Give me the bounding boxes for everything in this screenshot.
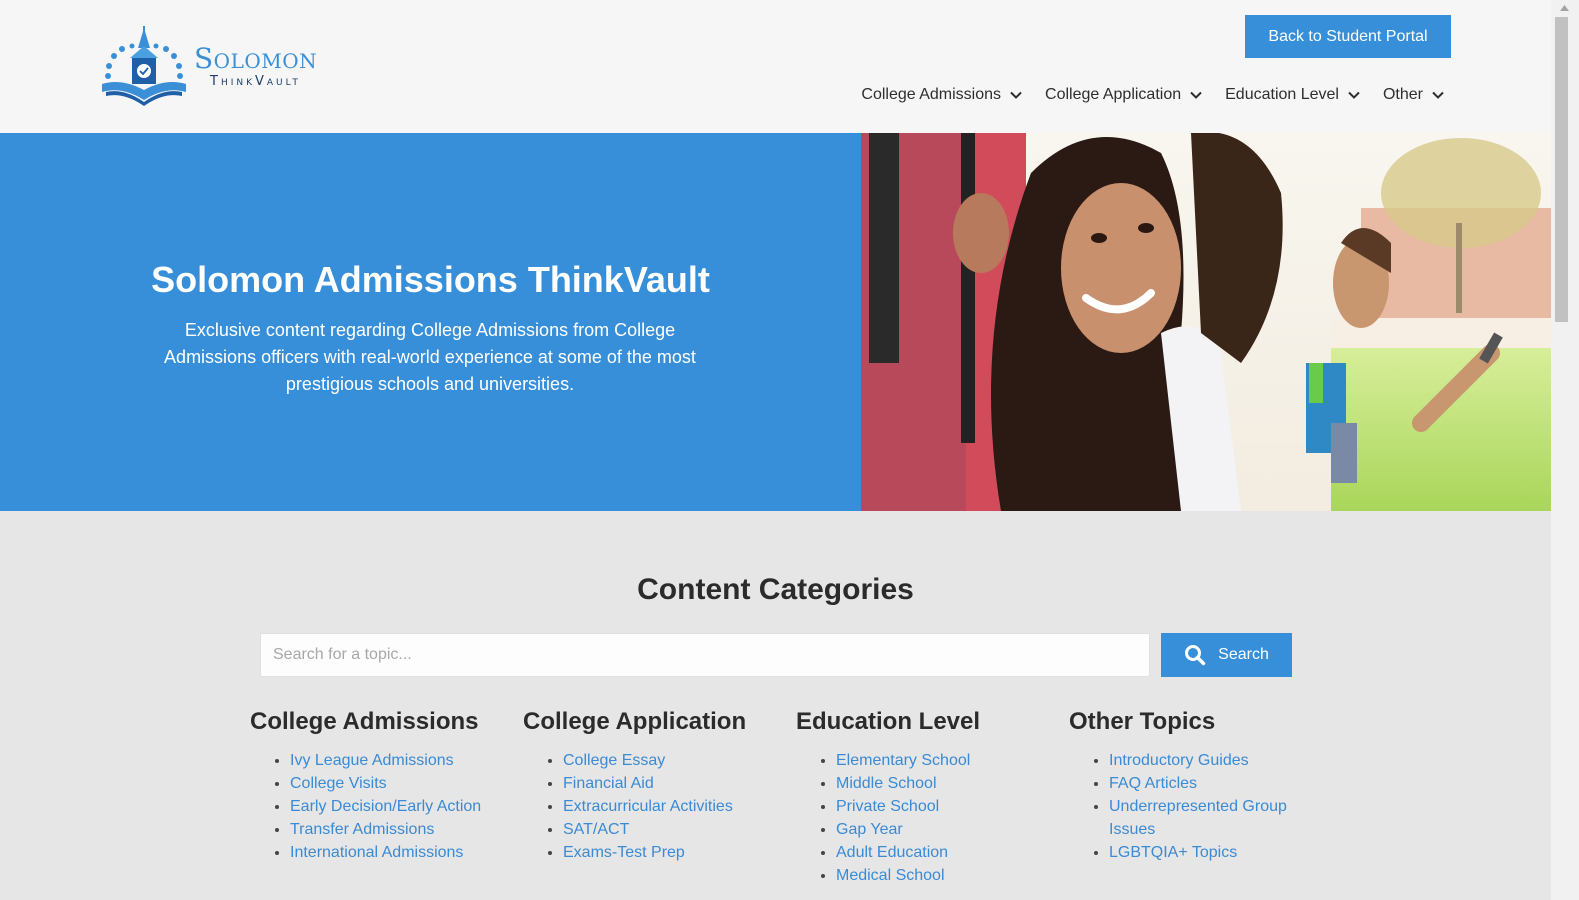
logo-subtitle: ThinkVault [210, 74, 301, 89]
category-link[interactable]: FAQ Articles [1109, 775, 1197, 792]
category-other-topics: Other Topics Introductory Guides FAQ Art… [1069, 708, 1309, 864]
search-icon [1185, 645, 1206, 666]
category-link[interactable]: Underrepresented Group Issues [1109, 798, 1287, 838]
list-item: Private School [836, 795, 1066, 818]
chevron-down-icon [1010, 91, 1022, 99]
category-link[interactable]: SAT/ACT [563, 821, 629, 838]
chevron-down-icon [1432, 91, 1444, 99]
category-link[interactable]: Private School [836, 798, 939, 815]
nav-other[interactable]: Other [1383, 86, 1445, 104]
list-item: Introductory Guides [1109, 749, 1309, 772]
category-link[interactable]: Extracurricular Activities [563, 798, 733, 815]
list-item: Elementary School [836, 749, 1066, 772]
main-nav: College Admissions College Application E… [861, 83, 1445, 107]
category-link[interactable]: Introductory Guides [1109, 752, 1249, 769]
scrollbar-thumb[interactable] [1555, 17, 1568, 322]
list-item: College Visits [290, 772, 520, 795]
list-item: Transfer Admissions [290, 818, 520, 841]
category-link[interactable]: Financial Aid [563, 775, 654, 792]
list-item: FAQ Articles [1109, 772, 1309, 795]
list-item: LGBTQIA+ Topics [1109, 841, 1309, 864]
category-list: Introductory Guides FAQ Articles Underre… [1069, 749, 1309, 864]
category-link[interactable]: Elementary School [836, 752, 970, 769]
category-title: Education Level [796, 708, 981, 735]
list-item: Medical School [836, 864, 1066, 887]
site-header: Solomon ThinkVault Back to Student Porta… [0, 0, 1551, 133]
content-categories-title: Content Categories [637, 573, 914, 606]
list-item: Underrepresented Group Issues [1109, 795, 1309, 841]
list-item: Adult Education [836, 841, 1066, 864]
list-item: Extracurricular Activities [563, 795, 793, 818]
nav-education-level[interactable]: Education Level [1225, 86, 1361, 104]
topic-search-input[interactable] [260, 633, 1150, 677]
list-item: Middle School [836, 772, 1066, 795]
category-college-admissions: College Admissions Ivy League Admissions… [250, 708, 520, 864]
students-photo-illustration [861, 133, 1551, 511]
search-button-label: Search [1218, 646, 1269, 663]
category-link[interactable]: Gap Year [836, 821, 903, 838]
list-item: College Essay [563, 749, 793, 772]
category-link[interactable]: Middle School [836, 775, 937, 792]
chevron-down-icon [1348, 91, 1360, 99]
category-title: College Admissions [250, 708, 479, 735]
chevron-down-icon [1190, 91, 1202, 99]
hero-text-panel: Solomon Admissions ThinkVault Exclusive … [0, 133, 861, 511]
site-logo[interactable]: Solomon ThinkVault [100, 26, 350, 108]
list-item: Early Decision/Early Action [290, 795, 520, 818]
category-link[interactable]: LGBTQIA+ Topics [1109, 844, 1237, 861]
category-college-application: College Application College Essay Financ… [523, 708, 793, 864]
category-link[interactable]: Transfer Admissions [290, 821, 434, 838]
page-scrollbar[interactable] [1551, 0, 1579, 900]
nav-college-admissions[interactable]: College Admissions [861, 86, 1023, 104]
category-list: College Essay Financial Aid Extracurricu… [523, 749, 793, 864]
clock-tower-book-logo-icon [102, 26, 186, 106]
category-link[interactable]: Exams-Test Prep [563, 844, 685, 861]
category-education-level: Education Level Elementary School Middle… [796, 708, 1066, 887]
list-item: International Admissions [290, 841, 520, 864]
nav-college-application[interactable]: College Application [1045, 86, 1203, 104]
nav-label: Other [1382, 86, 1423, 103]
category-link[interactable]: College Visits [290, 775, 387, 792]
category-list: Ivy League Admissions College Visits Ear… [250, 749, 520, 864]
category-title: Other Topics [1069, 708, 1216, 735]
logo-title: Solomon [194, 42, 318, 75]
nav-label: Education Level [1225, 86, 1339, 103]
category-link[interactable]: International Admissions [290, 844, 463, 861]
hero-photo [861, 133, 1551, 511]
nav-label: College Application [1045, 86, 1182, 103]
category-link[interactable]: College Essay [563, 752, 665, 769]
list-item: Financial Aid [563, 772, 793, 795]
list-item: SAT/ACT [563, 818, 793, 841]
category-link[interactable]: Adult Education [836, 844, 948, 861]
list-item: Ivy League Admissions [290, 749, 520, 772]
back-to-student-portal-button[interactable]: Back to Student Portal [1245, 15, 1451, 58]
search-button[interactable]: Search [1161, 633, 1292, 677]
hero-banner: Solomon Admissions ThinkVault Exclusive … [0, 133, 1551, 511]
nav-label: College Admissions [861, 86, 1002, 103]
hero-title: Solomon Admissions ThinkVault [151, 259, 710, 300]
list-item: Gap Year [836, 818, 1066, 841]
category-link[interactable]: Medical School [836, 867, 945, 884]
category-link[interactable]: Ivy League Admissions [290, 752, 454, 769]
category-list: Elementary School Middle School Private … [796, 749, 1066, 887]
category-title: College Application [523, 708, 747, 735]
category-link[interactable]: Early Decision/Early Action [290, 798, 481, 815]
scroll-up-arrow-icon[interactable] [1556, 0, 1573, 16]
list-item: Exams-Test Prep [563, 841, 793, 864]
hero-description: Exclusive content regarding College Admi… [164, 320, 696, 394]
